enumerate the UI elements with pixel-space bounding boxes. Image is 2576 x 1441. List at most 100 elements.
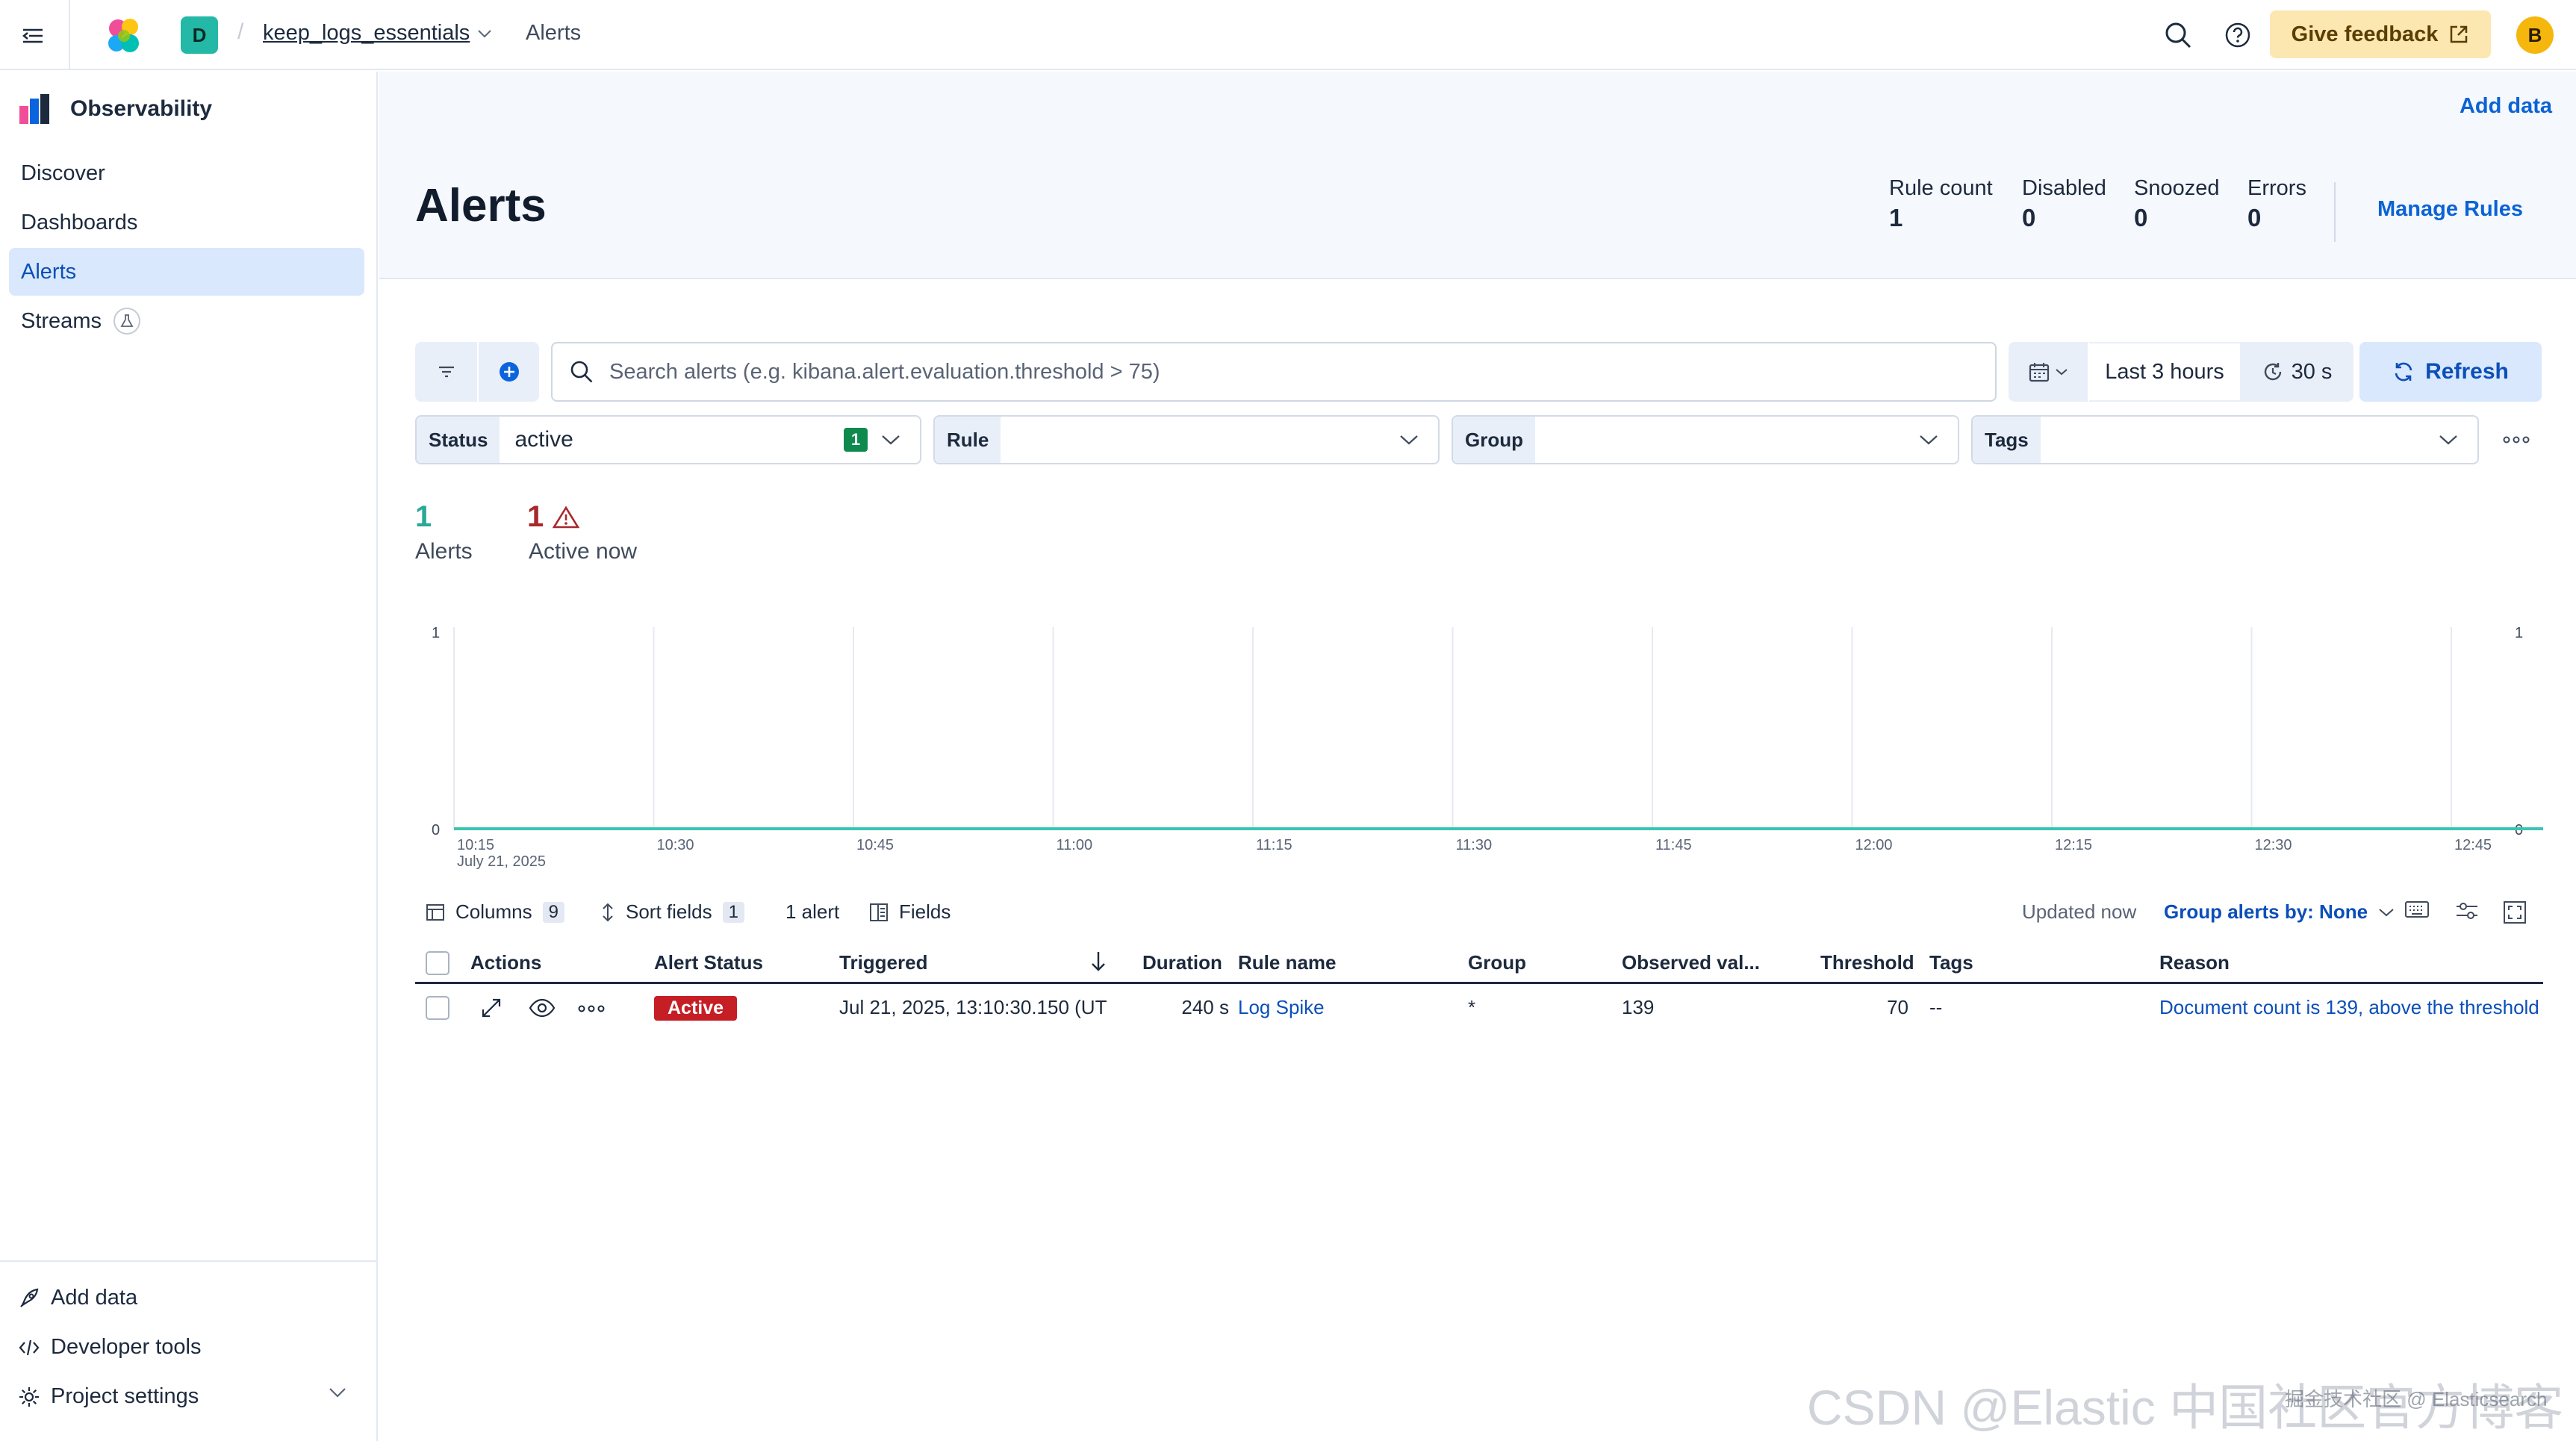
sidebar-item-label: Alerts: [21, 259, 77, 284]
stat-label: Disabled: [2022, 176, 2106, 200]
sidebar-item-label: Discover: [21, 161, 105, 185]
fields-icon: [870, 903, 888, 921]
calendar-icon: [2029, 363, 2050, 382]
chevron-down-icon: [1919, 435, 1938, 445]
sidebar-item-alerts[interactable]: Alerts: [9, 248, 364, 296]
page-header: Add data Alerts Rule count 1 Disabled 0 …: [379, 72, 2576, 279]
sidebar-item-label: Streams: [21, 308, 102, 333]
column-header-observed-value[interactable]: Observed val...: [1622, 951, 1760, 974]
alerts-histogram-chart: 10:15 10:30 10:45 11:00 11:15 11:30 11:45 12:00…: [432, 625, 2543, 870]
x-tick-label: 11:30: [1456, 837, 1493, 853]
breadcrumb-project[interactable]: keep_logs_essentials: [263, 21, 492, 46]
stat-errors: Errors 0: [2247, 176, 2306, 232]
column-header-group[interactable]: Group: [1468, 951, 1526, 974]
column-header-actions: Actions: [470, 951, 542, 974]
header-divider: [2334, 182, 2336, 242]
stat-value: 0: [2134, 204, 2148, 231]
elastic-logo-icon[interactable]: [105, 16, 143, 55]
column-header-duration[interactable]: Duration: [1142, 951, 1222, 974]
give-feedback-button[interactable]: Give feedback: [2270, 10, 2491, 58]
cell-reason[interactable]: Document count is 139, above the thresho…: [2159, 996, 2543, 1019]
fields-button[interactable]: Fields: [869, 900, 951, 924]
more-controls-icon[interactable]: [2501, 429, 2531, 451]
sidebar-footer-divider: [0, 1260, 376, 1262]
stat-label: Rule count: [1889, 176, 1993, 200]
fullscreen-icon[interactable]: [2503, 900, 2527, 924]
sort-fields-label: Sort fields: [626, 900, 712, 923]
sort-descending-icon[interactable]: [1090, 950, 1107, 977]
keyboard-shortcuts-icon[interactable]: [2404, 900, 2430, 918]
filter-menu-button[interactable]: [415, 342, 477, 402]
control-value: active: [514, 427, 573, 452]
date-picker: Last 3 hours 30 s: [2009, 342, 2353, 402]
sidebar-footer-label: Add data: [51, 1286, 138, 1310]
manage-rules-link[interactable]: Manage Rules: [2377, 197, 2523, 222]
refresh-interval-button[interactable]: 30 s: [2240, 342, 2353, 402]
sidebar-brand[interactable]: Observability: [18, 93, 212, 125]
control-label: Tags: [1973, 417, 2041, 463]
alerts-count: 1: [415, 500, 432, 533]
sort-fields-button[interactable]: Sort fields 1: [600, 900, 744, 924]
sidebar-item-discover[interactable]: Discover: [9, 149, 364, 197]
search-icon[interactable]: [2162, 19, 2194, 51]
sidebar-footer-developer-tools[interactable]: Developer tools: [18, 1335, 202, 1360]
add-filter-button[interactable]: [477, 342, 539, 402]
help-icon[interactable]: [2224, 21, 2252, 49]
chevron-down-icon: [2056, 369, 2068, 376]
sidebar-footer-label: Developer tools: [51, 1335, 202, 1359]
chevron-down-icon[interactable]: [329, 1387, 346, 1401]
view-eye-icon[interactable]: [529, 998, 556, 1022]
gear-icon: [19, 1386, 39, 1407]
search-alerts-input[interactable]: [609, 359, 1879, 385]
add-data-link[interactable]: Add data: [2460, 94, 2552, 119]
sidebar-footer-add-data[interactable]: Add data: [18, 1286, 137, 1310]
group-control[interactable]: Group: [1452, 415, 1959, 464]
rule-control[interactable]: Rule: [933, 415, 1440, 464]
alerts-table-header: Actions Alert Status Triggered Duration …: [415, 942, 2543, 984]
display-settings-icon[interactable]: [2455, 900, 2479, 921]
search-icon: [570, 361, 593, 383]
refresh-button[interactable]: Refresh: [2359, 342, 2542, 402]
tags-control[interactable]: Tags: [1971, 415, 2479, 464]
page-title: Alerts: [415, 180, 547, 231]
sidebar-footer-project-settings[interactable]: Project settings: [18, 1384, 199, 1409]
fields-label: Fields: [899, 900, 951, 923]
sidebar-item-dashboards[interactable]: Dashboards: [9, 199, 364, 246]
filter-button-group: [415, 342, 539, 402]
row-checkbox[interactable]: [426, 996, 449, 1020]
column-header-triggered[interactable]: Triggered: [839, 951, 927, 974]
collapse-nav-icon[interactable]: [16, 19, 49, 52]
sidebar-item-label: Dashboards: [21, 210, 138, 234]
more-actions-icon[interactable]: [578, 1003, 605, 1017]
chevron-down-icon: [1399, 435, 1419, 445]
group-by-selector[interactable]: Group alerts by: None: [2164, 900, 2395, 924]
chevron-down-icon: [881, 435, 900, 445]
stat-label: Snoozed: [2134, 176, 2220, 200]
stat-value: 0: [2247, 204, 2262, 231]
column-header-reason[interactable]: Reason: [2159, 951, 2230, 974]
refresh-label: Refresh: [2425, 359, 2509, 384]
filter-icon: [438, 366, 454, 378]
column-header-threshold[interactable]: Threshold: [1820, 951, 1914, 974]
select-all-checkbox[interactable]: [426, 951, 449, 975]
cell-rule-name-link[interactable]: Log Spike: [1238, 996, 1325, 1019]
status-control[interactable]: Status active 1: [415, 415, 921, 464]
time-range-button[interactable]: Last 3 hours: [2089, 342, 2240, 402]
external-link-icon: [2451, 25, 2468, 43]
header-divider: [69, 0, 70, 70]
chevron-down-icon: [2439, 435, 2458, 445]
column-header-rule-name[interactable]: Rule name: [1238, 951, 1337, 974]
column-header-tags[interactable]: Tags: [1929, 951, 1973, 974]
code-icon: [19, 1339, 40, 1355]
quick-select-button[interactable]: [2009, 342, 2089, 402]
columns-button[interactable]: Columns 9: [426, 900, 564, 924]
expand-icon[interactable]: [479, 996, 503, 1024]
alert-count-text: 1 alert: [785, 900, 840, 923]
plus-circle-icon: [499, 362, 519, 382]
sidebar-item-streams[interactable]: Streams: [9, 297, 364, 345]
user-avatar[interactable]: B: [2516, 16, 2554, 54]
updated-status: Updated now: [2022, 900, 2137, 923]
column-header-alert-status[interactable]: Alert Status: [654, 951, 763, 974]
search-alerts-field[interactable]: [551, 342, 1997, 402]
space-avatar[interactable]: D: [181, 16, 218, 54]
